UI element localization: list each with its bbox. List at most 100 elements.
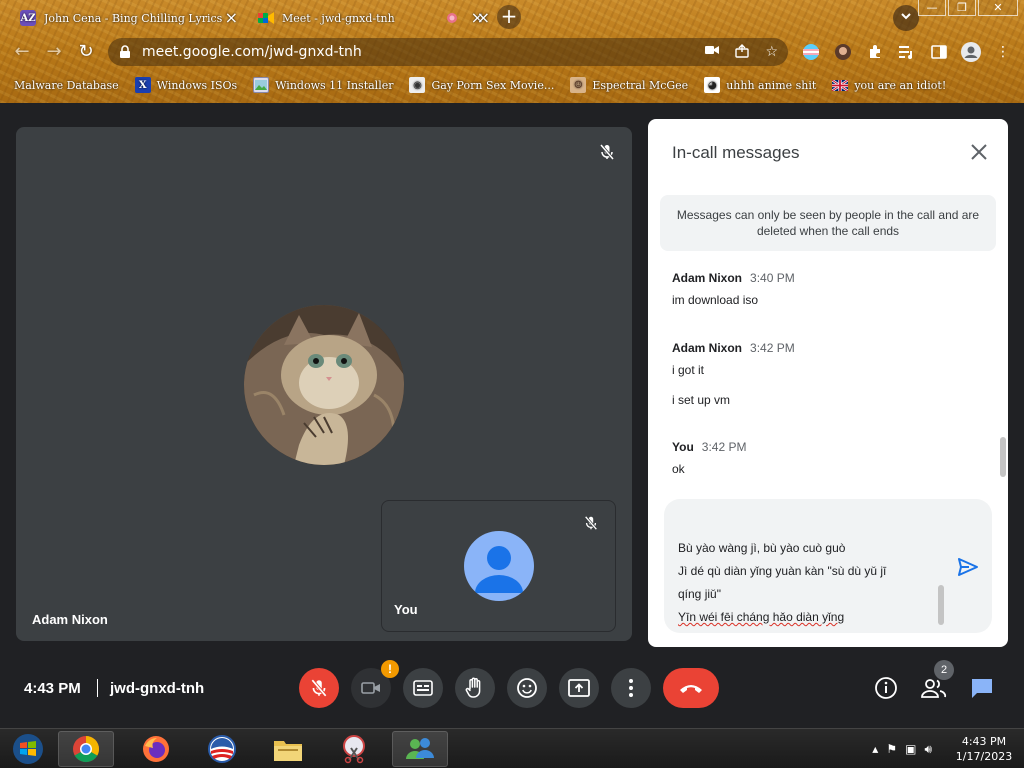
puzzle-icon[interactable] <box>864 41 886 63</box>
compose-line: Yīn wéi fēi cháng hǎo diàn yǐng <box>678 610 845 624</box>
compose-line: Jì dé qù diàn yǐng yuàn kàn "sù dù yǔ jī <box>678 564 887 578</box>
participant-avatar <box>244 305 404 465</box>
profile-icon[interactable] <box>960 41 982 63</box>
film-reel-icon: ◉ <box>409 77 426 93</box>
bookmark-label: you are an idiot! <box>854 78 947 92</box>
message-text: i set up vm <box>672 393 731 407</box>
chat-icon <box>972 679 992 698</box>
kebab-menu-icon[interactable]: ⋮ <box>992 41 1014 63</box>
restore-button[interactable]: ❐ <box>948 0 976 16</box>
compose-scrollbar[interactable] <box>938 585 944 625</box>
toggle-camera-button[interactable]: ! <box>351 660 399 708</box>
bookmark-label: uhhh anime shit <box>726 78 817 92</box>
meeting-details-button[interactable] <box>872 674 900 702</box>
taskbar-obama[interactable] <box>194 731 250 767</box>
recording-icon <box>444 10 460 26</box>
message-group: You 3:42 PM ok <box>672 440 746 476</box>
bookmark-anime[interactable]: ◕ uhhh anime shit <box>704 77 816 93</box>
new-tab-button[interactable]: + <box>497 5 521 29</box>
tab-bing-chilling[interactable]: AZ John Cena - Bing Chilling Lyrics | × <box>12 4 244 32</box>
volume-icon[interactable]: 🔊︎ <box>924 742 932 757</box>
close-tab-icon[interactable]: × <box>477 10 490 26</box>
browser-toolbar: ← → ↻ meet.google.com/jwd-gnxd-tnh ☆ ⋮ <box>0 36 1024 68</box>
people-icon <box>406 738 434 759</box>
folder-icon <box>274 741 302 761</box>
kebab-menu-icon <box>629 679 633 697</box>
taskbar-firefox[interactable] <box>128 731 184 767</box>
more-options-button[interactable] <box>611 668 651 708</box>
media-queue-icon[interactable] <box>896 41 918 63</box>
bookmark-windows-11-installer[interactable]: Windows 11 Installer <box>253 77 393 93</box>
messages-scrollbar[interactable] <box>1000 437 1006 477</box>
send-icon[interactable] <box>956 555 980 579</box>
smiley-icon <box>517 678 537 698</box>
meeting-code: jwd-gnxd-tnh <box>110 680 205 697</box>
bookmark-label: Windows ISOs <box>156 78 238 92</box>
message-compose-box[interactable]: Bù yào wàng jì, bù yào cuò guò Jì dé qù … <box>664 499 992 633</box>
self-view-tile[interactable]: You <box>381 500 616 632</box>
emoji-reactions-button[interactable] <box>507 668 547 708</box>
taskbar-snipping-tool[interactable] <box>326 731 382 767</box>
windows-taskbar: ▴ ⚑ ▣ 🔊︎ 4:43 PM 1/17/2023 <box>0 728 1024 768</box>
taskbar-messenger[interactable] <box>392 731 448 767</box>
chat-button[interactable] <box>968 674 996 702</box>
bookmark-windows-isos[interactable]: X Windows ISOs <box>134 77 238 93</box>
system-clock[interactable]: 4:43 PM 1/17/2023 <box>944 734 1024 764</box>
bookmark-you-are-an-idiot[interactable]: you are an idiot! <box>832 77 946 93</box>
network-icon[interactable]: ▣ <box>905 742 916 757</box>
divider <box>97 679 98 697</box>
trans-flag-extension-icon[interactable] <box>800 41 822 63</box>
tab-title: John Cena - Bing Chilling Lyrics | <box>44 11 224 25</box>
tab-search-button[interactable] <box>893 5 919 31</box>
people-icon <box>921 679 947 698</box>
reload-button[interactable]: ↻ <box>74 40 98 64</box>
message-text: i got it <box>672 363 705 377</box>
back-button[interactable]: ← <box>10 40 34 64</box>
bookmark-label: Espectral McGee <box>592 78 689 92</box>
compose-line: qíng jiǔ" <box>678 587 721 601</box>
compose-text[interactable]: Bù yào wàng jì, bù yào cuò guò Jì dé qù … <box>678 537 940 629</box>
minimize-button[interactable]: — <box>918 0 946 16</box>
close-tab-icon[interactable]: × <box>225 10 238 26</box>
avatar-extension-icon[interactable] <box>832 41 854 63</box>
anime-face-icon: ◕ <box>704 77 721 93</box>
forward-button[interactable]: → <box>42 40 66 64</box>
present-screen-button[interactable] <box>559 668 599 708</box>
taskbar-file-explorer[interactable] <box>260 731 316 767</box>
tab-title: Meet - jwd-gnxd-tnh <box>282 11 395 25</box>
face-icon: ☺ <box>570 77 587 93</box>
tab-strip: AZ John Cena - Bing Chilling Lyrics | × … <box>0 0 1024 34</box>
message-sender: You <box>672 440 694 454</box>
people-count-badge: 2 <box>934 660 954 680</box>
share-icon[interactable] <box>735 44 750 62</box>
close-icon[interactable] <box>968 141 990 163</box>
bookmark-espectral-mcgee[interactable]: ☺ Espectral McGee <box>570 77 688 93</box>
action-center-flag-icon[interactable]: ⚑ <box>886 742 897 757</box>
self-avatar <box>464 531 534 601</box>
camera-icon[interactable] <box>705 44 720 62</box>
taskbar-chrome[interactable] <box>58 731 114 767</box>
hang-up-icon <box>680 685 702 693</box>
chevron-down-icon <box>901 13 911 20</box>
tab-recording[interactable]: × <box>436 4 492 32</box>
raise-hand-button[interactable] <box>455 668 495 708</box>
closed-captions-icon <box>413 680 433 696</box>
compose-line: Bù yào wàng jì, bù yào cuò guò <box>678 541 846 555</box>
close-window-button[interactable]: ✕ <box>978 0 1018 16</box>
bookmark-label: Malware Database <box>14 78 119 92</box>
bookmark-movie[interactable]: ◉ Gay Porn Sex Movie... <box>409 77 554 93</box>
side-panel-icon[interactable] <box>928 41 950 63</box>
star-icon[interactable]: ☆ <box>765 44 778 62</box>
participant-tile-main[interactable]: Adam Nixon You <box>16 127 632 641</box>
show-hidden-icons-icon[interactable]: ▴ <box>872 742 878 757</box>
url-text: meet.google.com/jwd-gnxd-tnh <box>142 44 362 60</box>
address-bar[interactable]: meet.google.com/jwd-gnxd-tnh ☆ <box>108 38 788 66</box>
tab-meet[interactable]: Meet - jwd-gnxd-tnh × <box>250 4 484 32</box>
start-button[interactable] <box>0 731 56 767</box>
bookmark-malware-database[interactable]: Malware Database <box>14 79 119 92</box>
leave-call-button[interactable] <box>663 668 719 708</box>
toggle-mic-button[interactable] <box>299 668 339 708</box>
x-icon: X <box>134 77 151 93</box>
captions-button[interactable] <box>403 668 443 708</box>
camera-warning-badge: ! <box>381 660 399 678</box>
